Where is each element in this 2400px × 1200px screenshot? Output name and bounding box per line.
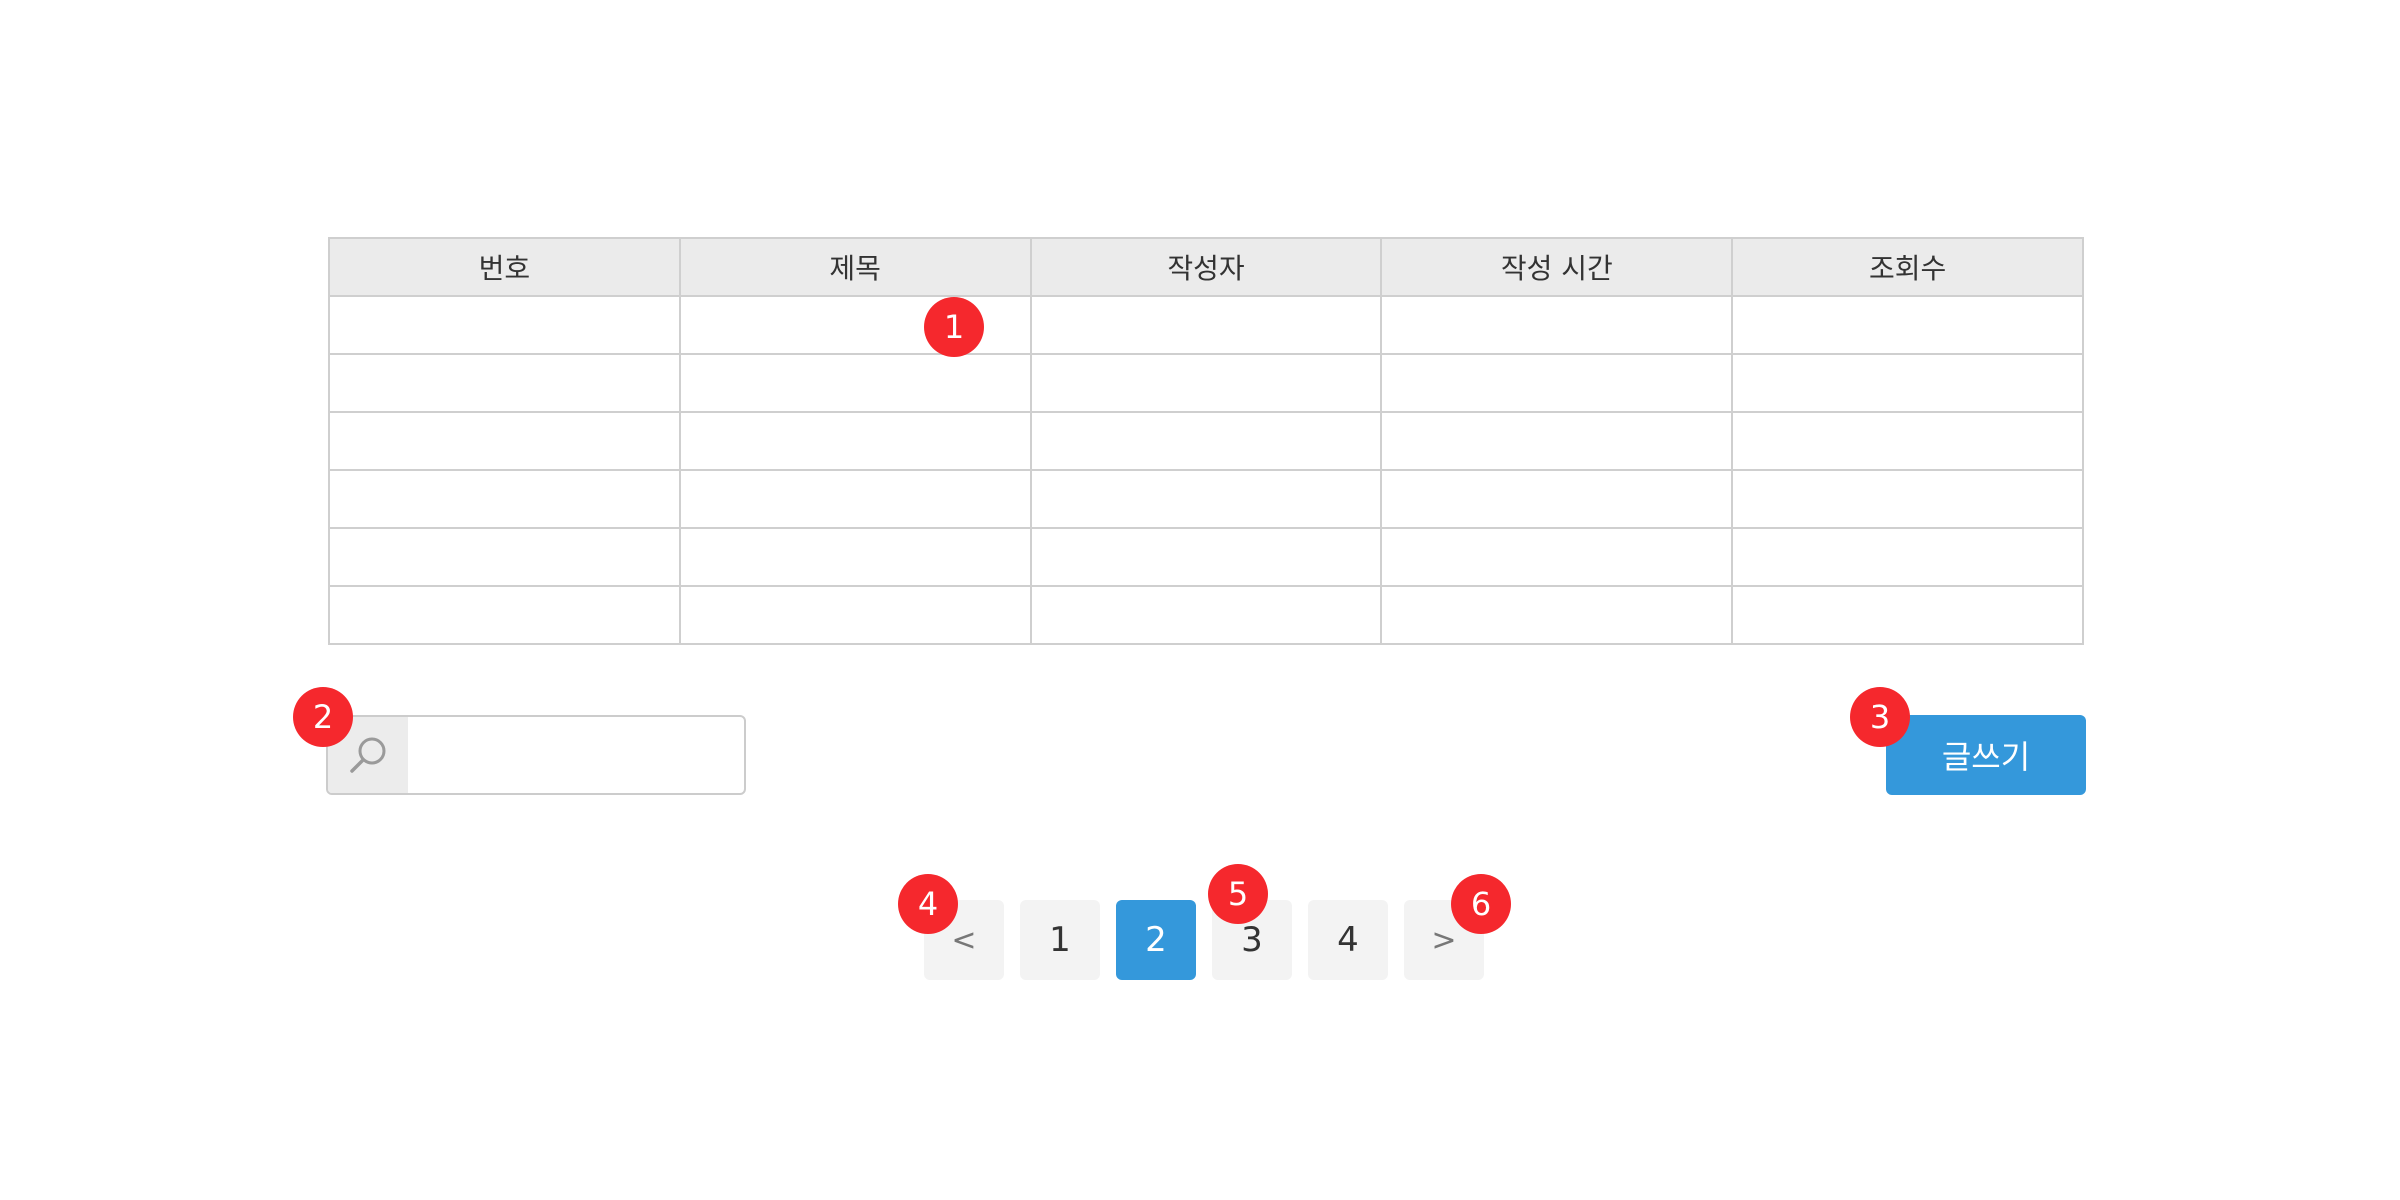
table-cell — [1380, 469, 1734, 529]
table-row[interactable] — [328, 469, 2084, 529]
table-row[interactable] — [328, 585, 2084, 645]
table-row[interactable] — [328, 295, 2084, 355]
table-cell — [1029, 469, 1383, 529]
page-button-2-current[interactable]: 2 — [1116, 900, 1196, 980]
header-title: 제목 — [678, 237, 1032, 297]
table-cell — [1029, 585, 1383, 645]
annotation-marker-6: 6 — [1451, 874, 1511, 934]
table-cell — [1380, 295, 1734, 355]
table-header-row: 번호 제목 작성자 작성 시간 조회수 — [328, 237, 2084, 297]
table-cell — [328, 295, 681, 355]
table-cell — [1380, 585, 1734, 645]
table-row[interactable] — [328, 527, 2084, 587]
table-cell — [1029, 527, 1383, 587]
table-cell — [328, 469, 681, 529]
table-cell — [328, 411, 681, 471]
page-button-1[interactable]: 1 — [1020, 900, 1100, 980]
table-cell — [328, 527, 681, 587]
table-cell — [1731, 353, 2084, 413]
annotation-marker-3: 3 — [1850, 687, 1910, 747]
table-cell[interactable] — [678, 527, 1032, 587]
table-row[interactable] — [328, 353, 2084, 413]
header-created-time: 작성 시간 — [1380, 237, 1734, 297]
table-cell — [1380, 411, 1734, 471]
table-cell[interactable] — [678, 469, 1032, 529]
table-cell[interactable] — [678, 411, 1032, 471]
page-button-4[interactable]: 4 — [1308, 900, 1388, 980]
write-button[interactable]: 글쓰기 — [1886, 715, 2086, 795]
table-cell — [1029, 411, 1383, 471]
annotation-marker-5: 5 — [1208, 864, 1268, 924]
table-row[interactable] — [328, 411, 2084, 471]
table-cell — [1029, 353, 1383, 413]
annotation-marker-1: 1 — [924, 297, 984, 357]
table-cell — [328, 585, 681, 645]
table-cell[interactable] — [678, 353, 1032, 413]
table-cell — [1731, 585, 2084, 645]
table-cell — [1731, 469, 2084, 529]
header-author: 작성자 — [1029, 237, 1383, 297]
search-input[interactable] — [408, 717, 744, 793]
table-cell — [1731, 295, 2084, 355]
search-box[interactable] — [326, 715, 746, 795]
header-number: 번호 — [328, 237, 681, 297]
table-cell — [1380, 527, 1734, 587]
table-cell — [1029, 295, 1383, 355]
table-cell[interactable] — [678, 585, 1032, 645]
annotation-marker-2: 2 — [293, 687, 353, 747]
table-cell — [1731, 411, 2084, 471]
board-table: 번호 제목 작성자 작성 시간 조회수 — [328, 237, 2084, 645]
header-views: 조회수 — [1731, 237, 2084, 297]
table-cell — [328, 353, 681, 413]
pagination: < 1 2 3 4 > — [924, 900, 1484, 980]
table-cell — [1380, 353, 1734, 413]
table-cell — [1731, 527, 2084, 587]
annotation-marker-4: 4 — [898, 874, 958, 934]
